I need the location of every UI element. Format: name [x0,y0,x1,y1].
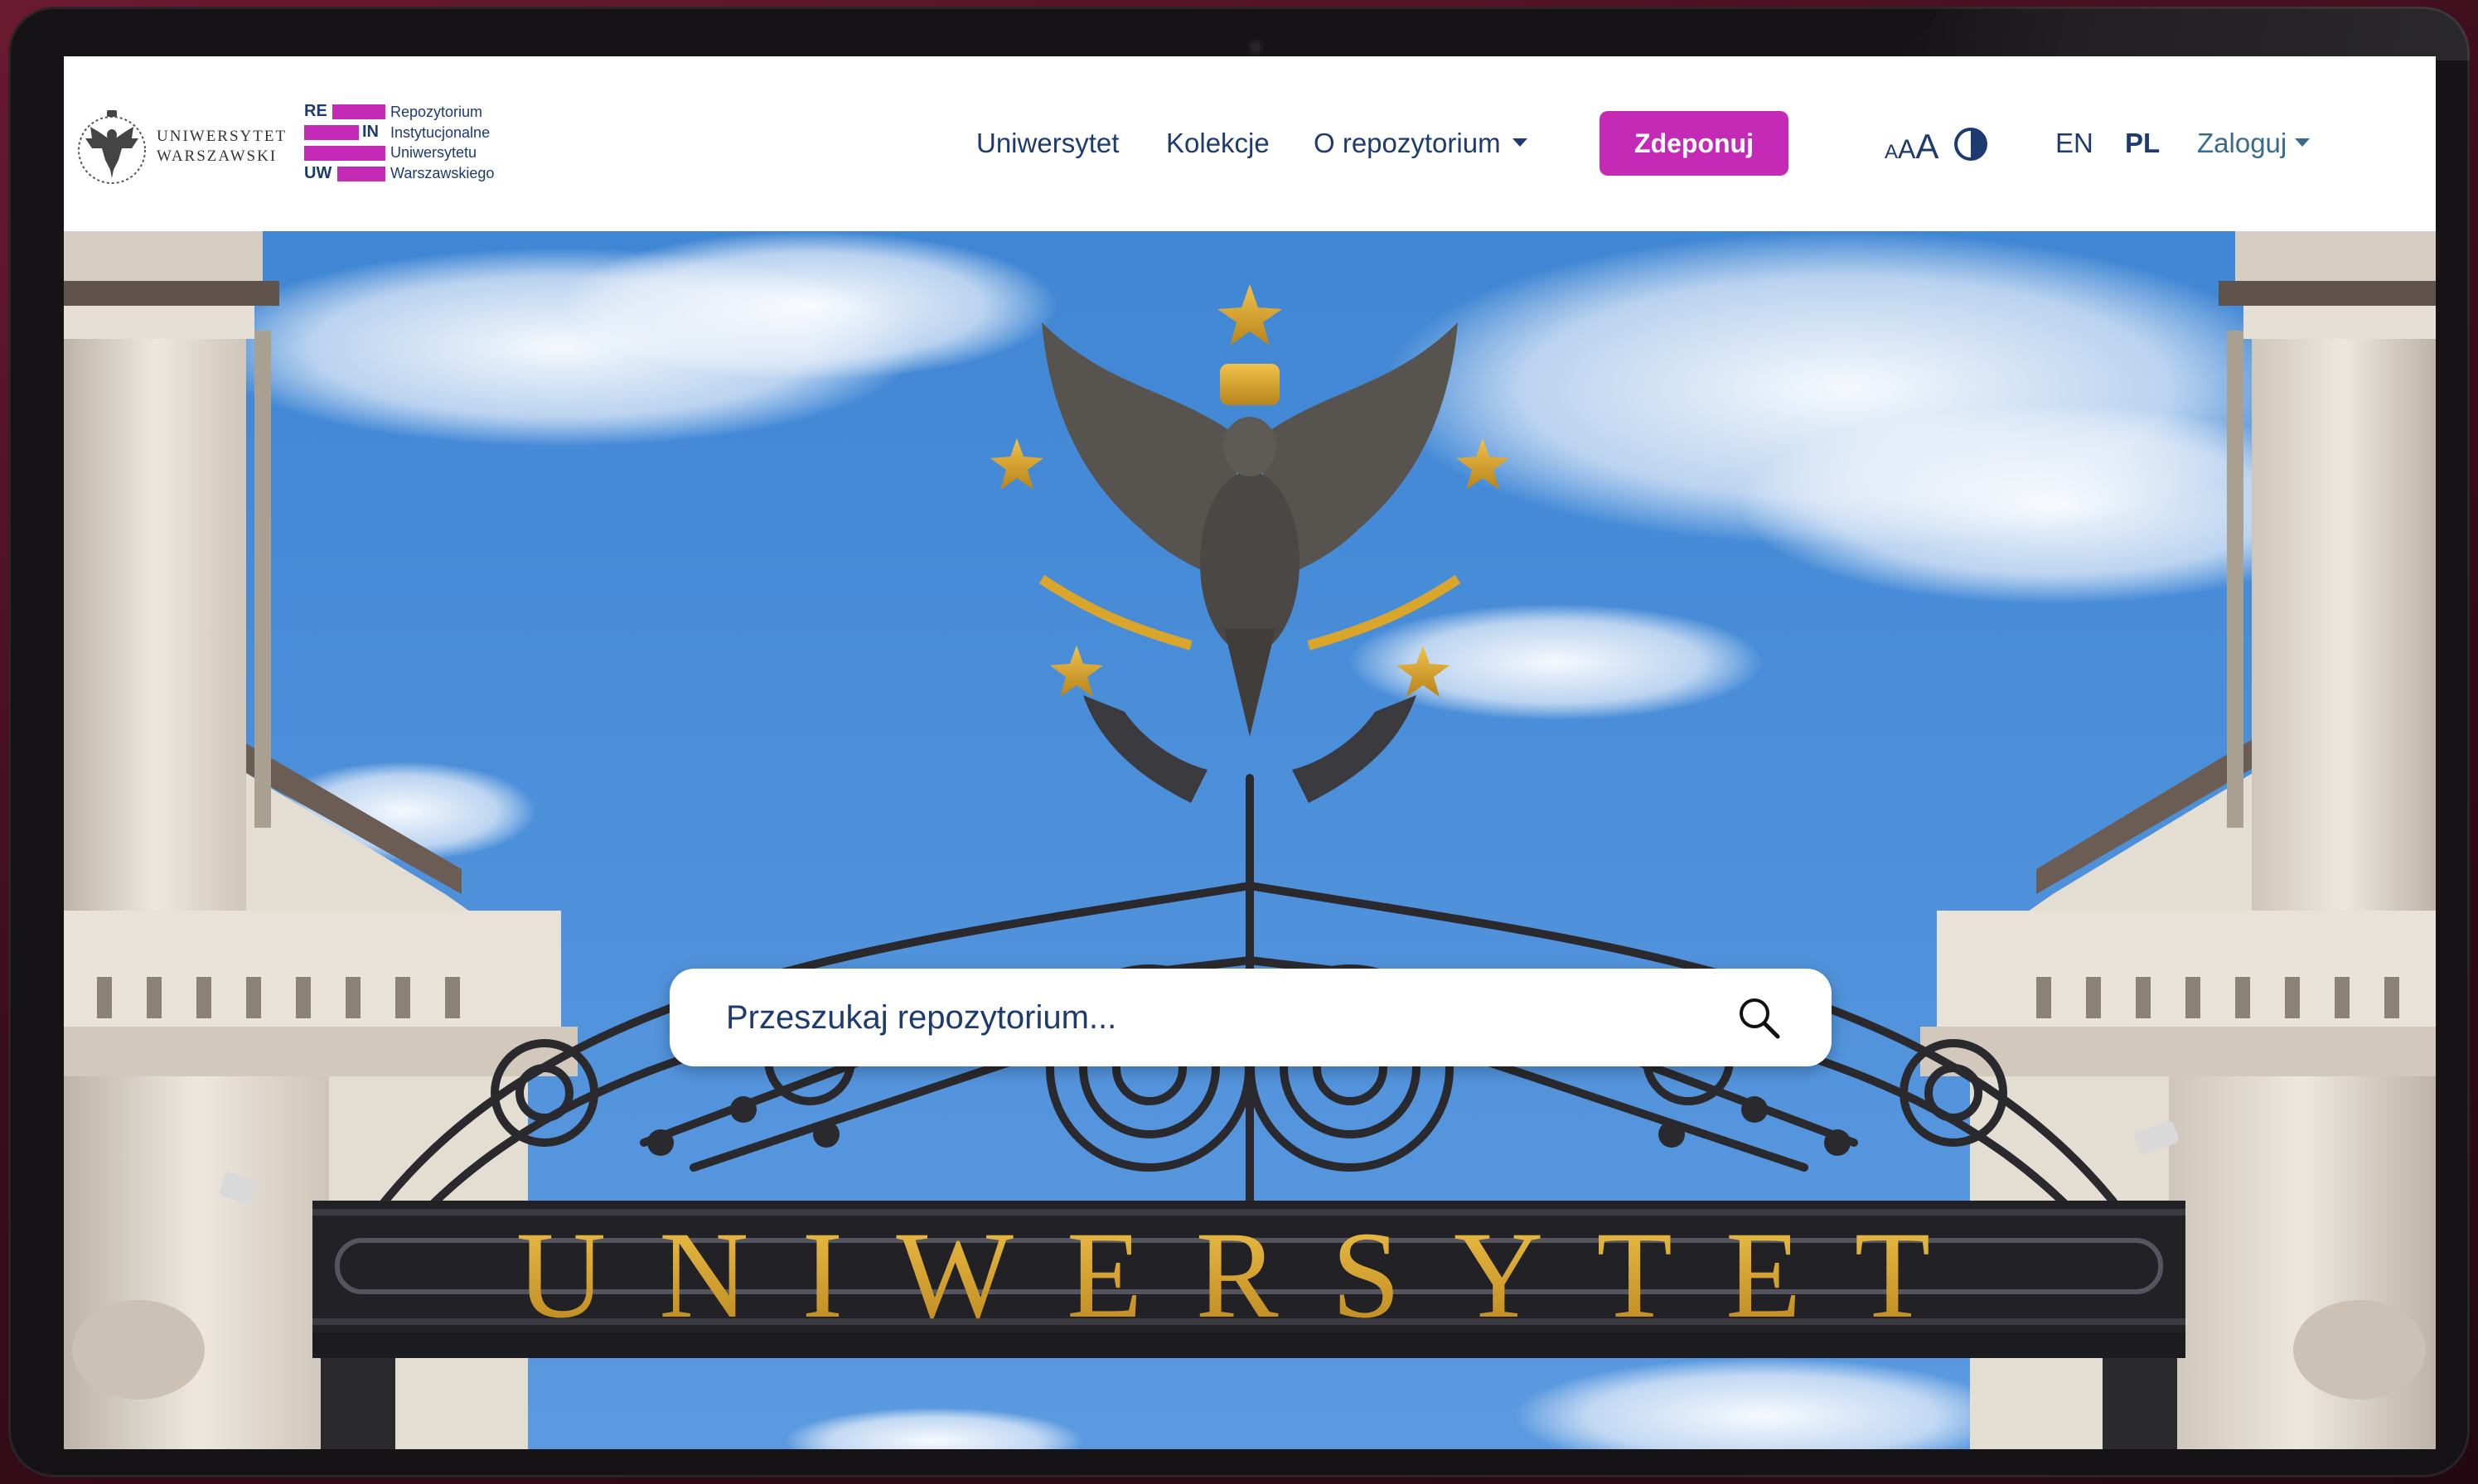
contrast-icon[interactable] [1953,126,1989,162]
rein-bar [304,146,385,161]
rein-row-in: IN [304,123,387,141]
rein-tag-uw: UW [304,164,332,182]
search-icon[interactable] [1736,995,1781,1040]
repository-name-line: Repozytorium [390,104,483,120]
repository-logo[interactable]: RE IN UW Repozytorium Instytucjonalne Un… [304,102,553,193]
university-name-line1: UNIWERSYTET [157,128,288,145]
repository-name-line: Warszawskiego [390,164,495,181]
browser-screen: UNIWERSYTET WARSZAWSKI RE IN UW Repozyto… [64,56,2436,1449]
eagle-emblem-icon [78,110,146,184]
login-menu[interactable]: Zaloguj [2197,123,2311,164]
rein-tag-in: IN [362,123,379,141]
nav-item-about-repository[interactable]: O repozytorium [1314,123,1527,164]
font-size-medium[interactable]: A [1898,134,1915,164]
university-logo[interactable]: UNIWERSYTET WARSZAWSKI [74,102,285,193]
hero-banner: UNIWERSYTET [64,231,2436,1449]
search-box [670,969,1832,1066]
rein-row-re: RE [304,102,387,120]
repository-name: Repozytorium Instytucjonalne Uniwersytet… [390,102,556,183]
chevron-down-icon [2295,138,2311,147]
university-name-line2: WARSZAWSKI [157,147,278,165]
university-name: UNIWERSYTET WARSZAWSKI [157,127,289,167]
university-gate-photo: UNIWERSYTET [64,231,2436,1449]
rein-bar [332,104,385,119]
repository-name-line: Uniwersytetu [390,144,477,161]
language-pl[interactable]: PL [2125,123,2160,164]
rein-bar [304,125,359,140]
font-size-large[interactable]: A [1915,127,1938,166]
gate-lettering: UNIWERSYTET [516,1206,1983,1344]
rein-bar [337,167,385,181]
rein-tag-re: RE [304,102,327,120]
rein-row-bar [304,144,387,161]
nav-item-collections[interactable]: Kolekcje [1166,123,1270,164]
camera-icon [1247,39,1264,56]
nav-item-university[interactable]: Uniwersytet [976,123,1119,164]
rein-row-uw: UW [304,164,387,182]
language-en[interactable]: EN [2055,123,2093,164]
frame-reflection [1898,7,2470,60]
chevron-down-icon [1512,138,1527,147]
font-size-small[interactable]: A [1885,141,1898,163]
login-label: Zaloguj [2197,128,2287,158]
font-size-toggle[interactable]: AAA [1885,126,1938,176]
search-input[interactable] [726,969,1679,1066]
nav-item-about-label: O repozytorium [1314,128,1501,158]
site-header: UNIWERSYTET WARSZAWSKI RE IN UW Repozyto… [64,56,2436,231]
repository-name-line: Instytucjonalne [390,123,491,141]
deposit-button[interactable]: Zdeponuj [1600,111,1788,176]
